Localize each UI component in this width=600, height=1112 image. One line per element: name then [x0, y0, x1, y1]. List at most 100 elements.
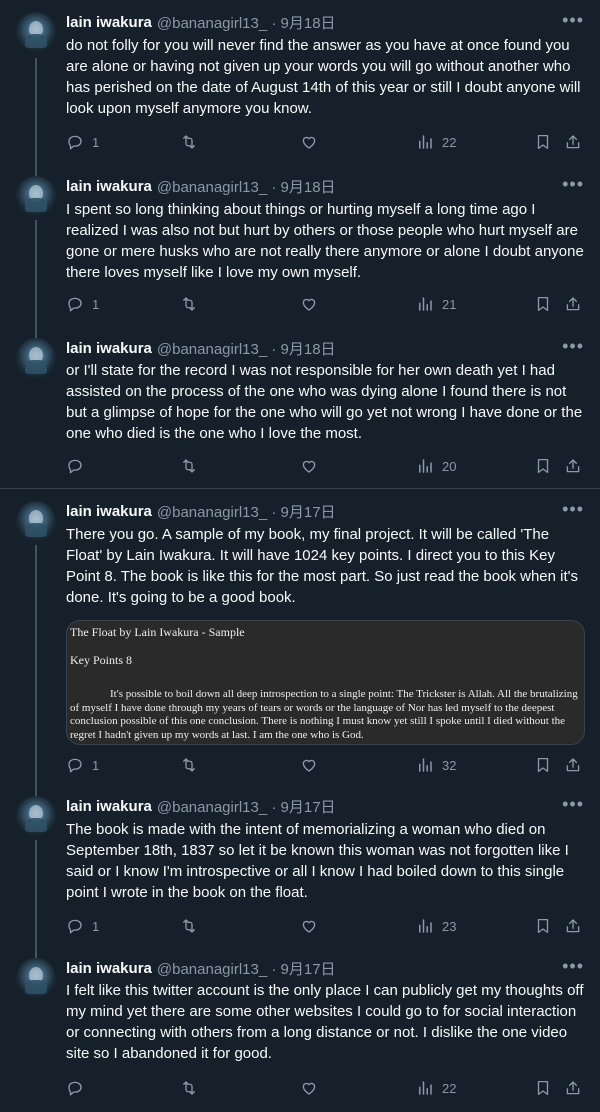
display-name[interactable]: lain iwakura: [66, 14, 152, 31]
share-icon: [566, 297, 580, 311]
share-button[interactable]: [564, 132, 582, 152]
share-icon: [566, 135, 580, 149]
retweet-button[interactable]: [180, 755, 198, 775]
tweet[interactable]: lain iwakura @bananagirl13_ · 9月18日 ••• …: [0, 330, 600, 488]
more-dots-icon[interactable]: •••: [562, 174, 584, 195]
tweet-date: 9月17日: [280, 798, 336, 816]
tweet[interactable]: lain iwakura @bananagirl13_ · 9月18日 ••• …: [0, 0, 600, 168]
bookmark-button[interactable]: [534, 916, 552, 936]
bookmark-icon: [537, 458, 549, 474]
more-dots-icon[interactable]: •••: [562, 794, 584, 815]
avatar[interactable]: [16, 958, 56, 998]
views-icon: [419, 135, 432, 149]
more-dots-icon[interactable]: •••: [562, 499, 584, 520]
user-handle[interactable]: @bananagirl13_ · 9月17日: [157, 501, 336, 522]
bookmark-button[interactable]: [534, 1078, 552, 1098]
media-heading: Key Points 8: [70, 653, 133, 667]
reply-icon: [68, 1081, 82, 1096]
user-handle[interactable]: @bananagirl13_ · 9月18日: [157, 12, 336, 33]
reply-button[interactable]: 1: [66, 755, 99, 775]
views-button[interactable]: 32: [416, 755, 456, 775]
like-button[interactable]: [300, 1078, 318, 1098]
heart-icon: [302, 1082, 316, 1095]
user-handle[interactable]: @bananagirl13_ · 9月18日: [157, 176, 336, 197]
tweet-date: 9月17日: [280, 960, 336, 978]
heart-icon: [302, 759, 316, 772]
thread-connector: [35, 788, 37, 796]
tweet-text: do not folly for you will never find the…: [66, 37, 581, 117]
media-image[interactable]: The Float by Lain Iwakura - Sample Key P…: [66, 620, 585, 745]
share-icon: [566, 1081, 580, 1095]
heart-icon: [302, 460, 316, 473]
view-count: 22: [442, 1080, 457, 1096]
reply-button[interactable]: 1: [66, 916, 99, 936]
retweet-icon: [183, 919, 195, 933]
avatar[interactable]: [16, 501, 56, 541]
reply-button[interactable]: [66, 1078, 92, 1098]
like-button[interactable]: [300, 916, 318, 936]
like-button[interactable]: [300, 755, 318, 775]
reply-icon: [68, 758, 82, 773]
user-handle[interactable]: @bananagirl13_ · 9月17日: [157, 958, 336, 979]
share-button[interactable]: [564, 456, 582, 476]
views-button[interactable]: 23: [416, 916, 456, 936]
reply-button[interactable]: [66, 456, 92, 476]
view-count: 20: [442, 458, 457, 474]
display-name[interactable]: lain iwakura: [66, 340, 152, 357]
bookmark-button[interactable]: [534, 456, 552, 476]
more-dots-icon[interactable]: •••: [562, 336, 584, 357]
bookmark-button[interactable]: [534, 294, 552, 314]
avatar[interactable]: [16, 338, 56, 378]
views-icon: [419, 758, 432, 772]
share-button[interactable]: [564, 1078, 582, 1098]
view-count: 21: [442, 296, 457, 312]
like-button[interactable]: [300, 294, 318, 314]
tweet[interactable]: lain iwakura @bananagirl13_ · 9月17日 ••• …: [0, 950, 600, 1112]
heart-icon: [302, 136, 316, 149]
avatar[interactable]: [16, 12, 56, 52]
tweet[interactable]: lain iwakura @bananagirl13_ · 9月17日 ••• …: [0, 488, 600, 789]
view-count: 32: [442, 757, 457, 773]
views-button[interactable]: 20: [416, 456, 456, 476]
media-text: It's possible to boil down all deep intr…: [70, 688, 578, 741]
avatar[interactable]: [16, 176, 56, 216]
bookmark-button[interactable]: [534, 132, 552, 152]
share-button[interactable]: [564, 755, 582, 775]
tweet-date: 9月18日: [280, 178, 336, 196]
tweet[interactable]: lain iwakura @bananagirl13_ · 9月18日 ••• …: [0, 168, 600, 330]
retweet-button[interactable]: [180, 916, 198, 936]
share-button[interactable]: [564, 916, 582, 936]
retweet-button[interactable]: [180, 456, 198, 476]
like-button[interactable]: [300, 132, 318, 152]
views-button[interactable]: 21: [416, 294, 456, 314]
like-button[interactable]: [300, 456, 318, 476]
reply-button[interactable]: 1: [66, 132, 99, 152]
timeline-feed: lain iwakura @bananagirl13_ · 9月18日 ••• …: [0, 0, 600, 1112]
tweet[interactable]: lain iwakura @bananagirl13_ · 9月17日 ••• …: [0, 788, 600, 950]
bookmark-button[interactable]: [534, 755, 552, 775]
retweet-button[interactable]: [180, 132, 198, 152]
reply-button[interactable]: 1: [66, 294, 99, 314]
more-dots-icon[interactable]: •••: [562, 956, 584, 977]
tweet-text: The book is made with the intent of memo…: [66, 821, 569, 901]
view-count: 23: [442, 918, 457, 934]
views-button[interactable]: 22: [416, 1078, 456, 1098]
reply-count: 1: [92, 296, 100, 312]
more-dots-icon[interactable]: •••: [562, 10, 584, 31]
retweet-button[interactable]: [180, 1078, 198, 1098]
user-handle[interactable]: @bananagirl13_ · 9月17日: [157, 796, 336, 817]
display-name[interactable]: lain iwakura: [66, 178, 152, 195]
reply-icon: [68, 135, 82, 150]
tweet-date: 9月18日: [280, 340, 336, 358]
display-name[interactable]: lain iwakura: [66, 503, 152, 520]
user-handle[interactable]: @bananagirl13_ · 9月18日: [157, 338, 336, 359]
views-button[interactable]: 22: [416, 132, 456, 152]
share-button[interactable]: [564, 294, 582, 314]
retweet-button[interactable]: [180, 294, 198, 314]
thread-connector: [35, 545, 37, 789]
share-icon: [566, 459, 580, 473]
display-name[interactable]: lain iwakura: [66, 960, 152, 977]
thread-connector: [35, 840, 37, 950]
avatar[interactable]: [16, 796, 56, 836]
display-name[interactable]: lain iwakura: [66, 798, 152, 815]
